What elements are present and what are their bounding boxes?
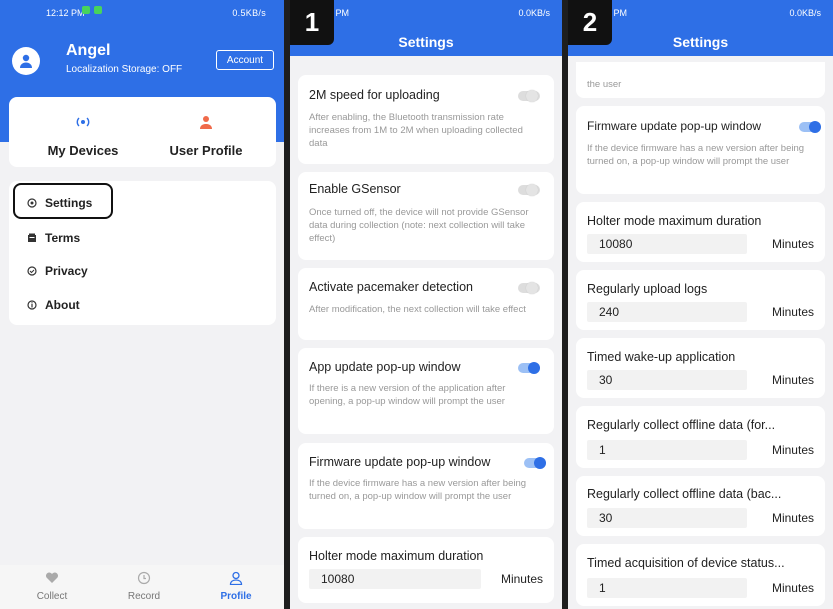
step-badge: 2	[568, 0, 612, 45]
heart-icon	[12, 569, 92, 587]
setting-title: Timed acquisition of device status...	[587, 556, 785, 570]
user-profile-button[interactable]: User Profile	[146, 97, 266, 158]
setting-card-upload-logs: Regularly upload logs 240 Minutes	[576, 270, 825, 330]
terms-icon	[27, 233, 37, 243]
setting-description: After modification, the next collection …	[309, 304, 526, 315]
offline-background-input[interactable]: 30	[587, 508, 747, 528]
setting-title: Regularly collect offline data (bac...	[587, 487, 782, 501]
setting-description: Once turned off, the device will not pro…	[309, 207, 529, 244]
person-icon	[20, 54, 32, 68]
tab-label: Record	[127, 591, 161, 602]
setting-title: Regularly collect offline data (for...	[587, 418, 776, 432]
bottom-tab-bar: Collect Record Profile	[0, 565, 284, 609]
tab-label: Profile	[220, 591, 252, 602]
setting-title: Timed wake-up application	[587, 350, 736, 364]
setting-title: Activate pacemaker detection	[309, 280, 473, 294]
setting-card-holter-duration: Holter mode maximum duration 10080 Minut…	[576, 202, 825, 262]
setting-title: Firmware update pop-up window	[309, 455, 491, 469]
offline-foreground-input[interactable]: 1	[587, 440, 747, 460]
user-profile-label: User Profile	[169, 143, 243, 158]
setting-description: If the device firmware has a new version…	[309, 478, 527, 502]
clock-icon	[104, 569, 184, 587]
unit-label: Minutes	[771, 581, 814, 595]
settings-screen-1: 9 PM 0.0KB/s Settings 1 2M speed for upl…	[290, 0, 562, 609]
setting-description: After enabling, the Bluetooth transmissi…	[309, 112, 523, 149]
setting-card-firmware-update: Firmware update pop-up window If the dev…	[298, 443, 554, 529]
about-icon	[27, 300, 37, 310]
avatar[interactable]	[12, 47, 40, 75]
tab-label: Collect	[36, 591, 68, 602]
unit-label: Minutes	[771, 373, 814, 387]
setting-description: If the device firmware has a new version…	[587, 143, 805, 167]
my-devices-label: My Devices	[47, 143, 119, 158]
setting-title: Enable GSensor	[309, 182, 401, 196]
holter-duration-input[interactable]: 10080	[309, 569, 481, 589]
tab-profile[interactable]: Profile	[196, 569, 276, 602]
toggle-app-update[interactable]	[518, 362, 540, 374]
privacy-icon	[27, 266, 37, 276]
profile-screen: 12:12 PM 0.5KB/s Angel Localization Stor…	[0, 0, 284, 609]
setting-card-fragment: the user	[576, 62, 825, 98]
storage-status: Localization Storage: OFF	[66, 64, 183, 75]
bluetooth-signal-icon	[74, 113, 92, 131]
unit-label: Minutes	[771, 511, 814, 525]
setting-description: If there is a new version of the applica…	[309, 383, 506, 407]
unit-label: Minutes	[771, 237, 814, 251]
status-network: 0.5KB/s	[232, 8, 266, 18]
setting-title: Holter mode maximum duration	[587, 214, 762, 228]
setting-card-wakeup: Timed wake-up application 30 Minutes	[576, 338, 825, 398]
device-status-input[interactable]: 1	[587, 578, 747, 598]
settings-highlight-box	[13, 183, 113, 219]
wakeup-input[interactable]: 30	[587, 370, 747, 390]
setting-description: the user	[587, 79, 622, 90]
setting-card-offline-foreground: Regularly collect offline data (for... 1…	[576, 406, 825, 468]
setting-card-gsensor: Enable GSensor Once turned off, the devi…	[298, 172, 554, 260]
menu-label: About	[45, 298, 80, 312]
status-time: 12:12 PM	[46, 8, 85, 18]
toggle-2m-speed[interactable]	[518, 90, 540, 102]
menu-label: Terms	[45, 231, 81, 245]
unit-label: Minutes	[500, 572, 543, 586]
menu-item-about[interactable]: About	[27, 298, 80, 312]
setting-card-pacemaker: Activate pacemaker detection After modif…	[298, 268, 554, 340]
toggle-pacemaker[interactable]	[518, 282, 540, 294]
tab-collect[interactable]: Collect	[12, 569, 92, 602]
setting-card-firmware-update: Firmware update pop-up window If the dev…	[576, 106, 825, 194]
toggle-firmware-update[interactable]	[799, 121, 821, 133]
setting-card-device-status: Timed acquisition of device status... 1 …	[576, 544, 825, 606]
upload-logs-input[interactable]: 240	[587, 302, 747, 322]
tab-record[interactable]: Record	[104, 569, 184, 602]
menu-item-privacy[interactable]: Privacy	[27, 264, 88, 278]
setting-card-offline-background: Regularly collect offline data (bac... 3…	[576, 476, 825, 536]
toggle-firmware-update[interactable]	[524, 457, 546, 469]
status-network: 0.0KB/s	[789, 8, 821, 18]
menu-label: Privacy	[45, 264, 88, 278]
status-bar: 12:12 PM 0.5KB/s	[0, 0, 284, 26]
status-network: 0.0KB/s	[518, 8, 550, 18]
setting-title: App update pop-up window	[309, 360, 461, 374]
setting-card-holter-duration: Holter mode maximum duration 10080 Minut…	[298, 537, 554, 603]
quick-actions-card: My Devices User Profile	[9, 97, 276, 167]
menu-item-terms[interactable]: Terms	[27, 231, 80, 245]
unit-label: Minutes	[771, 443, 814, 457]
setting-title: Holter mode maximum duration	[309, 549, 484, 563]
toggle-gsensor[interactable]	[518, 184, 540, 196]
my-devices-button[interactable]: My Devices	[23, 97, 143, 158]
setting-title: Firmware update pop-up window	[587, 119, 762, 133]
step-badge: 1	[290, 0, 334, 45]
status-indicators	[82, 6, 102, 14]
setting-card-app-update: App update pop-up window If there is a n…	[298, 348, 554, 434]
settings-screen-2: 9 PM 0.0KB/s Settings 2 the user Firmwar…	[568, 0, 833, 609]
holter-duration-input[interactable]: 10080	[587, 234, 747, 254]
user-name: Angel	[66, 42, 111, 59]
account-button[interactable]: Account	[216, 50, 274, 70]
setting-card-2m-speed: 2M speed for uploading After enabling, t…	[298, 75, 554, 164]
user-icon	[197, 113, 215, 131]
setting-title: Regularly upload logs	[587, 282, 708, 296]
setting-title: 2M speed for uploading	[309, 88, 440, 102]
unit-label: Minutes	[771, 305, 814, 319]
person-icon	[196, 569, 276, 587]
